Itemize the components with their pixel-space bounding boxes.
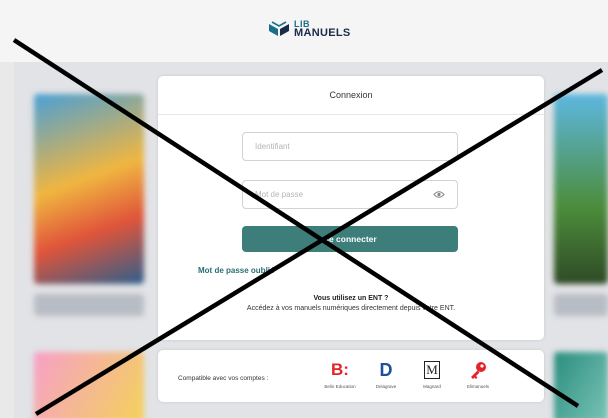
login-card: Connexion Se connecter Mot de passe oubl… xyxy=(158,76,544,340)
brand-name: Belin Education xyxy=(324,384,356,389)
background-book-cover xyxy=(34,352,144,418)
brand-magnard[interactable]: M Magnard xyxy=(412,359,452,389)
background-book-caption xyxy=(34,294,144,316)
forgot-password-link[interactable]: Mot de passe oublié xyxy=(198,266,274,275)
background-book-cover xyxy=(554,94,608,284)
identifier-field[interactable] xyxy=(242,132,458,161)
background-book-cover xyxy=(34,94,144,284)
brand-name: Magnard xyxy=(423,384,441,389)
brand-belin[interactable]: B: Belin Education xyxy=(320,359,360,389)
password-input[interactable] xyxy=(243,181,425,208)
logo-text-manuels: MANUELS xyxy=(294,27,351,39)
login-card-header: Connexion xyxy=(158,76,544,115)
key-icon xyxy=(458,359,498,381)
magnard-m-logo-icon: M xyxy=(412,359,452,381)
ent-question: Vous utilisez un ENT ? xyxy=(313,295,389,302)
libmanuels-logo[interactable]: LIB MANUELS xyxy=(268,20,351,39)
background-book-cover xyxy=(554,352,608,418)
compatible-label: Compatible avec vos comptes : xyxy=(178,375,269,382)
eye-icon[interactable] xyxy=(433,190,445,199)
brand-name: Elimanuels xyxy=(466,384,489,389)
identifier-input[interactable] xyxy=(243,133,425,160)
delagrave-d-logo-icon: D xyxy=(379,359,393,380)
login-button[interactable]: Se connecter xyxy=(242,226,458,252)
book-logo-icon xyxy=(269,21,289,36)
brand-delagrave[interactable]: D Delagrave xyxy=(366,359,406,390)
brand-name: Delagrave xyxy=(375,384,397,389)
password-field[interactable] xyxy=(242,180,458,209)
top-header: LIB MANUELS xyxy=(0,0,608,62)
ent-description: Accédez à vos manuels numériques directe… xyxy=(246,305,456,312)
compatible-accounts-bar: Compatible avec vos comptes : B: Belin E… xyxy=(158,350,544,402)
belin-b-logo-icon: B: xyxy=(331,360,349,379)
brand-elimanuels[interactable]: Elimanuels xyxy=(458,359,498,389)
background-book-caption xyxy=(554,294,608,316)
login-title: Connexion xyxy=(329,90,373,100)
